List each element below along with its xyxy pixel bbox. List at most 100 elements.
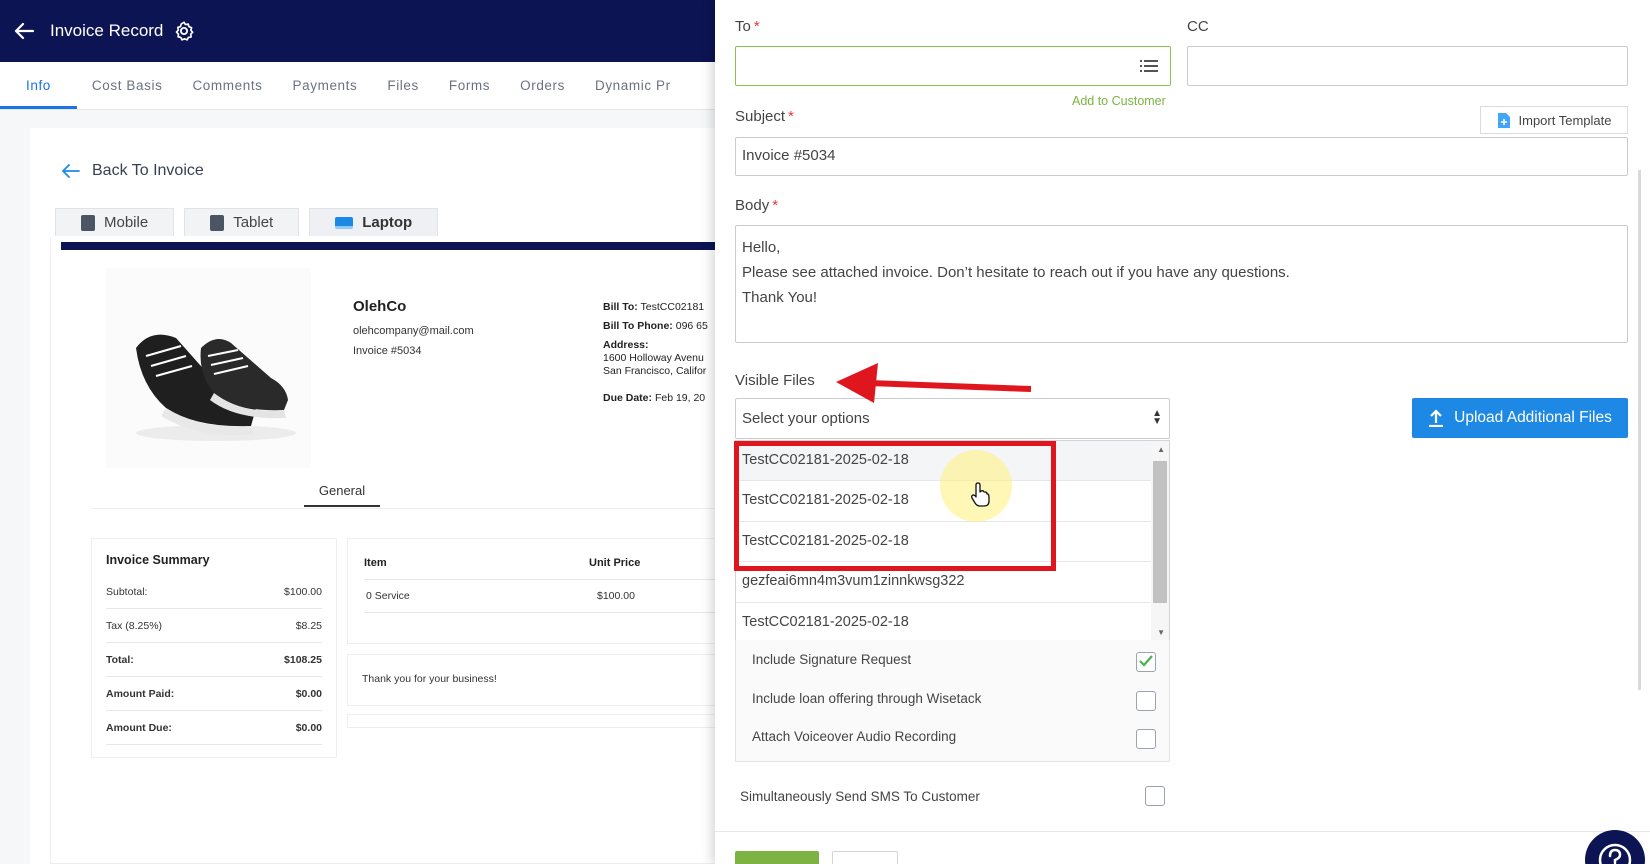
to-input[interactable] xyxy=(735,46,1171,86)
send-button[interactable] xyxy=(735,851,819,864)
device-toggle: Mobile Tablet Laptop xyxy=(55,208,439,236)
item-name: 0 Service xyxy=(366,590,410,602)
signature-request-checkbox[interactable] xyxy=(1136,652,1156,672)
summary-label: Total: xyxy=(106,653,134,666)
list-icon[interactable] xyxy=(1140,58,1158,74)
select-placeholder: Select your options xyxy=(742,410,870,427)
back-to-invoice-label: Back To Invoice xyxy=(92,162,204,179)
address-label: Address: xyxy=(603,339,649,351)
gear-icon[interactable] xyxy=(173,20,195,42)
signature-request-label: Include Signature Request xyxy=(752,652,912,667)
wisetack-loan-checkbox[interactable] xyxy=(1136,691,1156,711)
bill-to-info: Bill To: TestCC02181 Bill To Phone: 096 … xyxy=(603,301,715,411)
scroll-down-icon[interactable]: ▼ xyxy=(1157,628,1165,637)
panel-scrollbar[interactable] xyxy=(1638,170,1641,690)
summary-value: $100.00 xyxy=(284,585,322,598)
invoice-summary: Invoice Summary Subtotal: $100.00 Tax (8.… xyxy=(91,538,337,758)
help-button[interactable] xyxy=(1585,830,1645,864)
subject-input[interactable]: Invoice #5034 xyxy=(735,137,1628,176)
device-tablet-label: Tablet xyxy=(233,214,274,231)
tab-general[interactable]: General xyxy=(304,483,380,507)
due-date-label: Due Date: xyxy=(603,392,653,404)
thank-you-note: Thank you for your business! xyxy=(347,654,715,706)
body-textarea[interactable]: Hello, Please see attached invoice. Don’… xyxy=(735,225,1628,343)
tab-forms[interactable]: Forms xyxy=(434,78,505,109)
record-tabs: Info Cost Basis Comments Payments Files … xyxy=(0,62,715,110)
invoice-header-band xyxy=(61,242,715,250)
due-date-value: Feb 19, 20 xyxy=(654,392,706,404)
tab-dynamic[interactable]: Dynamic Pr xyxy=(580,78,686,109)
back-arrow-icon[interactable] xyxy=(12,19,36,43)
page-title: Invoice Record xyxy=(50,21,164,40)
question-icon xyxy=(1598,843,1632,864)
back-arrow-icon xyxy=(62,164,80,178)
tablet-icon xyxy=(210,214,225,231)
invoice-record-panel: Invoice Record Info Cost Basis Comments … xyxy=(0,0,715,864)
company-info: OlehCo olehcompany@mail.com Invoice #503… xyxy=(353,298,474,365)
bill-phone-value: 096 65 xyxy=(675,320,708,332)
body-line: Hello, xyxy=(742,239,781,256)
divider xyxy=(91,508,715,509)
import-template-button[interactable]: Import Template xyxy=(1480,106,1628,134)
summary-row: Subtotal: $100.00 xyxy=(106,575,322,609)
dropdown-scrollbar-thumb[interactable] xyxy=(1153,461,1167,603)
import-template-label: Import Template xyxy=(1518,112,1612,128)
device-laptop-label: Laptop xyxy=(362,214,413,231)
upload-button-label: Upload Additional Files xyxy=(1454,409,1612,426)
invoice-number: Invoice #5034 xyxy=(353,345,422,357)
send-sms-checkbox[interactable] xyxy=(1145,786,1165,806)
address-line-1: 1600 Holloway Avenu xyxy=(603,352,704,364)
bill-phone-label: Bill To Phone: xyxy=(603,320,673,332)
file-option[interactable]: TestCC02181-2025-02-18 xyxy=(736,603,1151,641)
bill-to-value: TestCC02181 xyxy=(640,301,705,313)
sort-arrows-icon: ▲ ▼ xyxy=(1152,408,1162,427)
document-icon xyxy=(1497,112,1510,128)
summary-label: Tax (8.25%) xyxy=(106,619,163,632)
summary-title: Invoice Summary xyxy=(106,553,210,567)
bill-to-label: Bill To: xyxy=(603,301,638,313)
upload-icon xyxy=(1429,409,1444,427)
cc-label: CC xyxy=(1187,18,1209,35)
divider xyxy=(715,831,1650,832)
device-mobile-label: Mobile xyxy=(104,214,149,231)
item-unit-price: $100.00 xyxy=(597,590,635,602)
tab-files[interactable]: Files xyxy=(372,78,434,109)
body-line: Thank You! xyxy=(742,289,818,306)
to-label: To * xyxy=(735,18,760,35)
summary-label: Amount Due: xyxy=(106,721,172,734)
tab-payments[interactable]: Payments xyxy=(278,78,373,109)
body-line: Please see attached invoice. Don’t hesit… xyxy=(742,264,1290,281)
invoice-preview: OlehCo olehcompany@mail.com Invoice #503… xyxy=(50,238,715,864)
add-to-customer-link[interactable]: Add to Customer xyxy=(1072,94,1166,108)
device-tablet-button[interactable]: Tablet xyxy=(184,208,300,236)
hand-cursor-icon xyxy=(971,482,990,507)
tab-orders[interactable]: Orders xyxy=(505,78,580,109)
device-laptop-button[interactable]: Laptop xyxy=(309,208,439,236)
voiceover-audio-checkbox[interactable] xyxy=(1136,729,1156,749)
cancel-button[interactable] xyxy=(832,851,898,864)
tab-info[interactable]: Info xyxy=(0,78,77,109)
top-bar: Invoice Record xyxy=(0,0,715,62)
summary-value: $8.25 xyxy=(295,619,322,632)
back-to-invoice-link[interactable]: Back To Invoice xyxy=(62,162,204,180)
address-line-2: San Francisco, Califor xyxy=(603,365,707,377)
company-name: OlehCo xyxy=(353,298,407,315)
tab-cost-basis[interactable]: Cost Basis xyxy=(77,78,178,109)
company-email: olehcompany@mail.com xyxy=(353,325,474,337)
summary-row: Total: $108.25 xyxy=(106,643,322,677)
annotation-arrow-icon xyxy=(836,363,1032,403)
tab-comments[interactable]: Comments xyxy=(177,78,277,109)
device-mobile-button[interactable]: Mobile xyxy=(55,208,175,236)
upload-additional-files-button[interactable]: Upload Additional Files xyxy=(1412,398,1628,438)
email-options: Include Signature Request Include loan o… xyxy=(735,640,1170,762)
scroll-up-icon[interactable]: ▲ xyxy=(1157,445,1165,454)
summary-value: $0.00 xyxy=(295,721,322,734)
summary-value: $0.00 xyxy=(295,687,322,700)
summary-row: Amount Paid: $0.00 xyxy=(106,677,322,711)
cc-input[interactable] xyxy=(1187,46,1628,86)
checkmark-icon xyxy=(1139,655,1153,667)
table-header: Item Unit Price xyxy=(364,557,715,569)
invoice-content: Back To Invoice Mobile Tablet Laptop Ole… xyxy=(30,128,715,864)
column-item: Item xyxy=(364,557,387,569)
summary-label: Subtotal: xyxy=(106,585,148,598)
